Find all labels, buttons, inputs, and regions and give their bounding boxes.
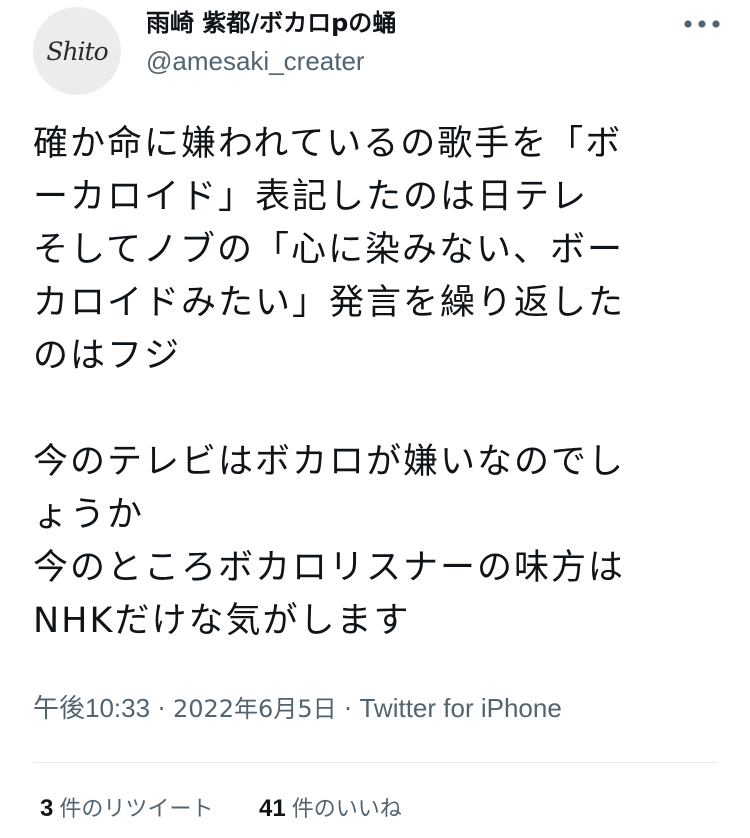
meta-separator: · xyxy=(150,695,173,723)
meta-separator: · xyxy=(336,695,360,723)
display-name[interactable]: 雨崎 紫都/ボカロpの蛹 xyxy=(146,8,630,38)
avatar[interactable]: Shito xyxy=(33,7,121,95)
tweet-text: 確か命に嫌われているの歌手を「ボ ーカロイド」表記したのは日テレ そしてノブの「… xyxy=(33,118,723,648)
author-info[interactable]: 雨崎 紫都/ボカロpの蛹 @amesaki_creater xyxy=(146,8,630,76)
tweet-text-line: ょうか xyxy=(33,495,145,535)
more-options-button[interactable] xyxy=(680,6,724,42)
likes-count: 41 xyxy=(259,795,286,822)
tweet-date[interactable]: 2022年6月5日 xyxy=(173,695,337,723)
user-handle[interactable]: @amesaki_creater xyxy=(146,46,630,76)
tweet-header: Shito 雨崎 紫都/ボカロpの蛹 @amesaki_creater xyxy=(0,0,750,100)
tweet-text-line: NHKだけな気がします xyxy=(33,601,411,641)
retweets-stat[interactable]: 3 件のリツイート xyxy=(40,790,213,828)
tweet-source[interactable]: Twitter for iPhone xyxy=(359,693,561,723)
divider xyxy=(33,762,717,763)
avatar-text: Shito xyxy=(46,36,108,66)
tweet-text-line: カロイドみたい」発言を繰り返した xyxy=(33,283,626,323)
tweet-text-line: のはフジ xyxy=(33,336,182,376)
tweet-text-line: そしてノブの「心に染みない、ボー xyxy=(33,230,624,270)
likes-label: 件のいいね xyxy=(291,797,402,822)
likes-stat[interactable]: 41 件のいいね xyxy=(259,790,402,828)
retweets-count: 3 xyxy=(40,795,54,822)
more-horizontal-icon xyxy=(684,20,720,28)
tweet-text-line: 今のテレビはボカロが嫌いなのでし xyxy=(33,442,626,482)
tweet-text-line: 確か命に嫌われているの歌手を「ボ xyxy=(33,124,623,164)
retweets-label: 件のリツイート xyxy=(59,797,214,822)
tweet-meta: 午後10:33 · 2022年6月5日 · Twitter for iPhone xyxy=(33,690,562,727)
tweet-text-line: 今のところボカロリスナーの味方は xyxy=(33,548,626,588)
tweet-text-line-blank xyxy=(33,383,723,436)
tweet-time[interactable]: 午後10:33 xyxy=(33,693,150,723)
engagement-stats: 3 件のリツイート 41 件のいいね xyxy=(40,790,402,828)
tweet-text-line: ーカロイド」表記したのは日テレ xyxy=(33,177,589,217)
